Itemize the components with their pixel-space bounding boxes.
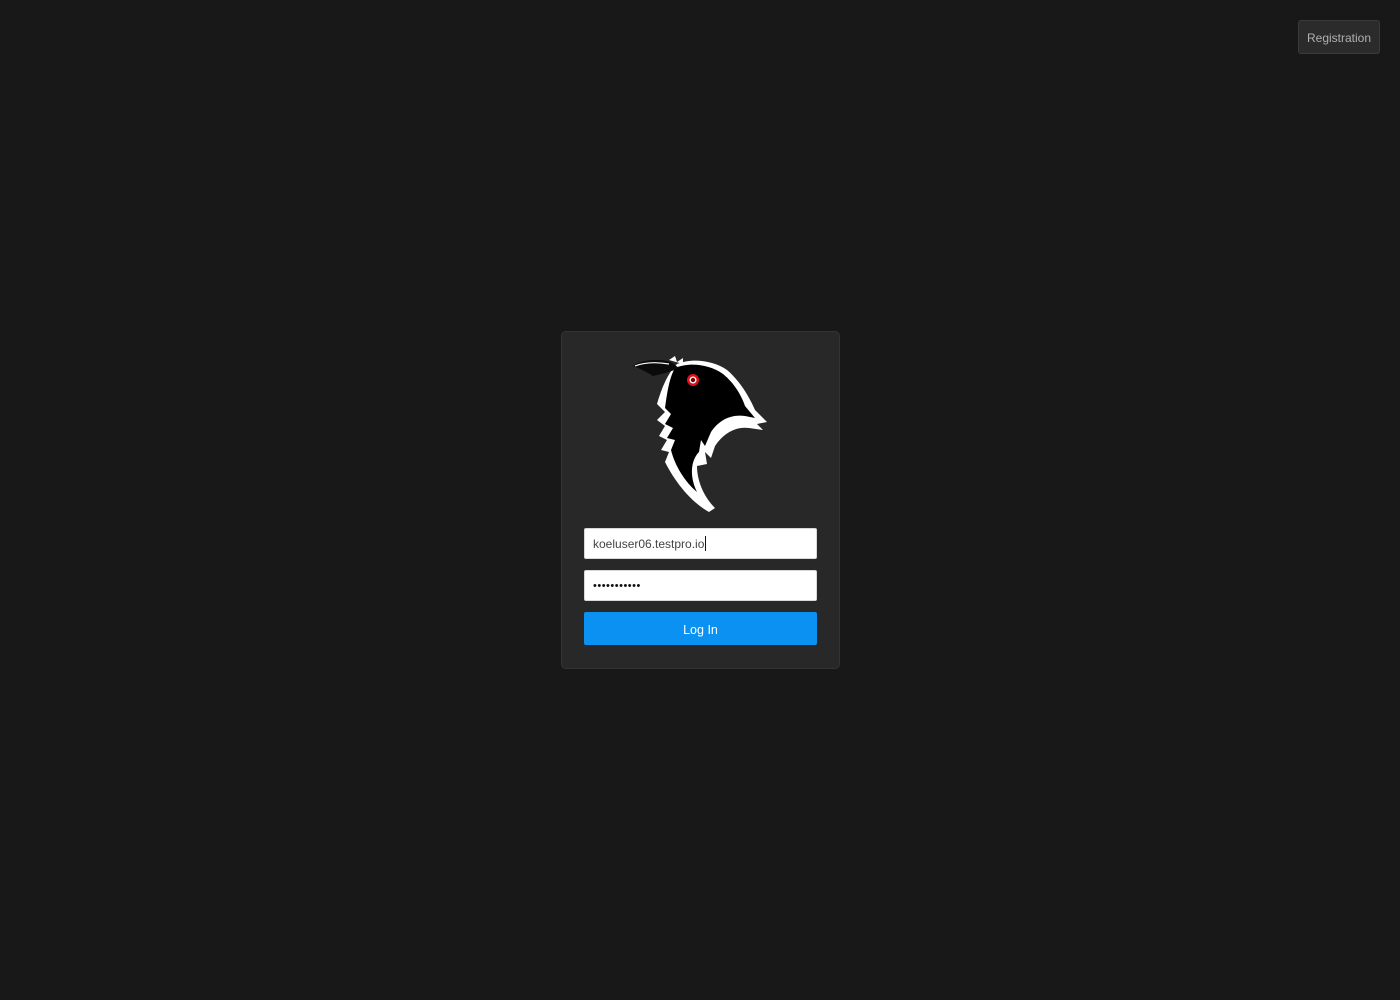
- email-input[interactable]: koeluser06.testpro.io: [584, 528, 817, 559]
- email-value: koeluser06.testpro.io: [593, 536, 705, 551]
- text-caret: [705, 536, 707, 551]
- registration-button[interactable]: Registration: [1298, 20, 1380, 54]
- login-page: Registration koeluser06.testpro.io •••••…: [0, 0, 1400, 1000]
- login-button[interactable]: Log In: [584, 612, 817, 645]
- raven-logo-icon: [633, 356, 767, 512]
- login-button-label: Log In: [683, 622, 718, 637]
- registration-label: Registration: [1306, 31, 1372, 45]
- login-form: koeluser06.testpro.io ••••••••••• Log In: [561, 331, 840, 669]
- password-value: •••••••••••: [593, 579, 641, 592]
- password-input[interactable]: •••••••••••: [584, 570, 817, 601]
